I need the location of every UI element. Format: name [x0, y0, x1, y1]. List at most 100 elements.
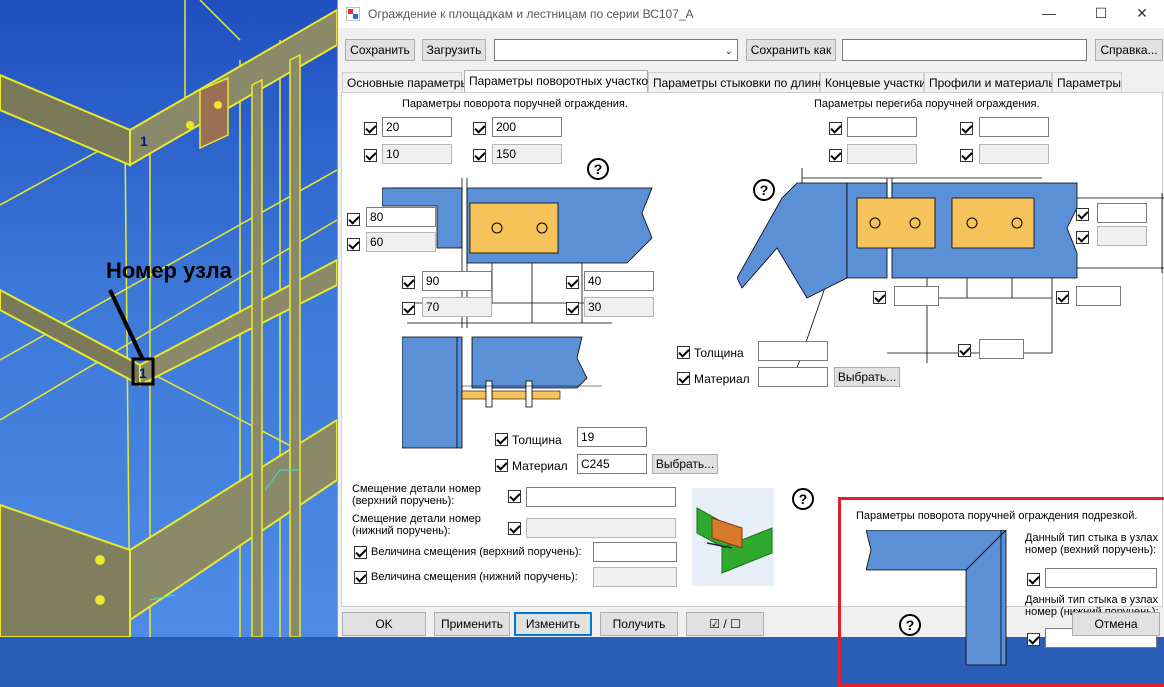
offset-value-top-field[interactable] [593, 542, 677, 562]
tab-main-parameters[interactable]: Основные параметры [342, 72, 469, 93]
top-right-2-field[interactable]: 150 [492, 144, 562, 164]
tab-turn-sections[interactable]: Параметры поворотных участков [464, 70, 654, 94]
offset-value-top-checkbox[interactable] [354, 546, 367, 559]
bend-bottom-3-field[interactable] [979, 339, 1024, 359]
tab-end-sections[interactable]: Концевые участки [820, 72, 926, 93]
cut-top-label-1: Данный тип стыка в узлах [1025, 532, 1159, 544]
model-viewport[interactable]: 1 1 Номер узла [0, 0, 337, 637]
bend-side-2-checkbox[interactable] [1076, 231, 1089, 244]
bend-side-1-checkbox[interactable] [1076, 208, 1089, 221]
material-rot-label: Материал [512, 459, 568, 473]
bottom-right-2-field[interactable]: 30 [584, 297, 654, 317]
cut-section-highlight: Параметры поворота поручней ограждения п… [838, 497, 1164, 687]
save-as-name-field[interactable] [842, 39, 1087, 61]
material-bend-checkbox[interactable] [677, 372, 690, 385]
side-1-field[interactable]: 80 [366, 207, 436, 227]
bend-diagram [737, 168, 1164, 368]
bend-top-2-checkbox[interactable] [960, 122, 973, 135]
change-button[interactable]: Изменить [514, 612, 592, 636]
thickness-rot-field[interactable]: 19 [577, 427, 647, 447]
bottom-left-1-checkbox[interactable] [402, 276, 415, 289]
offset-top-label-1: Смещение детали номер [352, 483, 481, 495]
offset-bottom-checkbox[interactable] [508, 522, 521, 535]
material-bend-choose-button[interactable]: Выбрать... [834, 367, 900, 387]
load-button[interactable]: Загрузить [422, 39, 486, 61]
bend-section-title: Параметры перегиба поручней ограждения. [814, 98, 1040, 110]
side-2-checkbox[interactable] [347, 238, 360, 251]
thickness-bend-field[interactable] [758, 341, 828, 361]
node-number-top: 1 [140, 133, 148, 149]
offset-value-top-label: Величина смещения (верхний поручень): [371, 546, 582, 558]
bottom-right-1-checkbox[interactable] [566, 276, 579, 289]
top-right-1-checkbox[interactable] [473, 122, 486, 135]
bottom-left-2-checkbox[interactable] [402, 302, 415, 315]
dialog-window: Ограждение к площадкам и лестницам по се… [337, 0, 1164, 687]
cut-top-field[interactable] [1045, 568, 1157, 588]
apply-button[interactable]: Применить [434, 612, 510, 636]
node-number-marked: 1 [139, 365, 147, 381]
side-2-field[interactable]: 60 [366, 232, 436, 252]
bottom-left-1-field[interactable]: 90 [422, 271, 492, 291]
top-left-2-field[interactable]: 10 [382, 144, 452, 164]
top-left-2-checkbox[interactable] [364, 149, 377, 162]
thickness-bend-label: Толщина [694, 346, 744, 360]
help-icon[interactable]: ? [587, 158, 609, 180]
bend-top-1-checkbox[interactable] [829, 122, 842, 135]
minimize-button[interactable]: — [1026, 0, 1072, 28]
bend-bottom-2-field[interactable] [1076, 286, 1121, 306]
top-left-1-checkbox[interactable] [364, 122, 377, 135]
get-button[interactable]: Получить [600, 612, 678, 636]
cut-bottom-label-1: Данный тип стыка в узлах [1025, 594, 1159, 606]
chevron-down-icon: ⌄ [724, 46, 733, 57]
offset-bottom-field[interactable] [526, 518, 676, 538]
toggle-checkboxes-button[interactable]: ☑ / ☐ [686, 612, 764, 636]
title-bar: Ограждение к площадкам и лестницам по се… [338, 0, 1164, 28]
cut-section-title: Параметры поворота поручней ограждения п… [856, 510, 1138, 522]
bend-bottom-1-field[interactable] [894, 286, 939, 306]
rotation-section-title: Параметры поворота поручней ограждения. [402, 98, 628, 110]
bend-top-1-field[interactable] [847, 117, 917, 137]
thickness-bend-checkbox[interactable] [677, 346, 690, 359]
save-as-button[interactable]: Сохранить как [746, 39, 836, 61]
ok-button[interactable]: OK [342, 612, 426, 636]
maximize-button[interactable]: ☐ [1078, 0, 1124, 28]
bottom-left-2-field[interactable]: 70 [422, 297, 492, 317]
offset-preview-image [692, 488, 774, 586]
bend-top-2-field[interactable] [979, 117, 1049, 137]
offset-value-bottom-field[interactable] [593, 567, 677, 587]
bend-bottom-2-checkbox[interactable] [1056, 291, 1069, 304]
tab-parameters[interactable]: Параметры [1052, 72, 1122, 93]
help-button[interactable]: Справка... [1095, 39, 1163, 61]
material-rot-choose-button[interactable]: Выбрать... [652, 454, 718, 474]
bend-side-2-field[interactable] [1097, 226, 1147, 246]
offset-top-checkbox[interactable] [508, 490, 521, 503]
window-title: Ограждение к площадкам и лестницам по се… [368, 7, 694, 21]
bottom-right-2-checkbox[interactable] [566, 302, 579, 315]
bend-bottom-3-checkbox[interactable] [958, 344, 971, 357]
material-bend-field[interactable] [758, 367, 828, 387]
offset-value-bottom-checkbox[interactable] [354, 571, 367, 584]
side-1-checkbox[interactable] [347, 213, 360, 226]
preset-combobox[interactable]: ⌄ [494, 39, 738, 61]
offset-help-icon[interactable]: ? [792, 488, 814, 510]
offset-top-label-2: (верхний поручень): [352, 495, 455, 507]
bend-bottom-1-checkbox[interactable] [873, 291, 886, 304]
material-rot-checkbox[interactable] [495, 459, 508, 472]
tab-profiles-materials[interactable]: Профили и материалы [924, 72, 1057, 93]
top-right-1-field[interactable]: 200 [492, 117, 562, 137]
cancel-button[interactable]: Отмена [1072, 612, 1160, 636]
save-button[interactable]: Сохранить [345, 39, 415, 61]
bottom-right-1-field[interactable]: 40 [584, 271, 654, 291]
tab-length-joints[interactable]: Параметры стыковки по длине [648, 72, 825, 93]
top-right-2-checkbox[interactable] [473, 149, 486, 162]
offset-bottom-label-2: (нижний поручень): [352, 525, 451, 537]
close-button[interactable]: ✕ [1119, 0, 1164, 28]
cut-diagram [866, 530, 1007, 666]
offset-top-field[interactable] [526, 487, 676, 507]
thickness-rot-checkbox[interactable] [495, 433, 508, 446]
material-rot-field[interactable]: C245 [577, 454, 647, 474]
cut-top-checkbox[interactable] [1027, 573, 1040, 586]
top-left-1-field[interactable]: 20 [382, 117, 452, 137]
material-bend-label: Материал [694, 372, 750, 386]
bend-side-1-field[interactable] [1097, 203, 1147, 223]
